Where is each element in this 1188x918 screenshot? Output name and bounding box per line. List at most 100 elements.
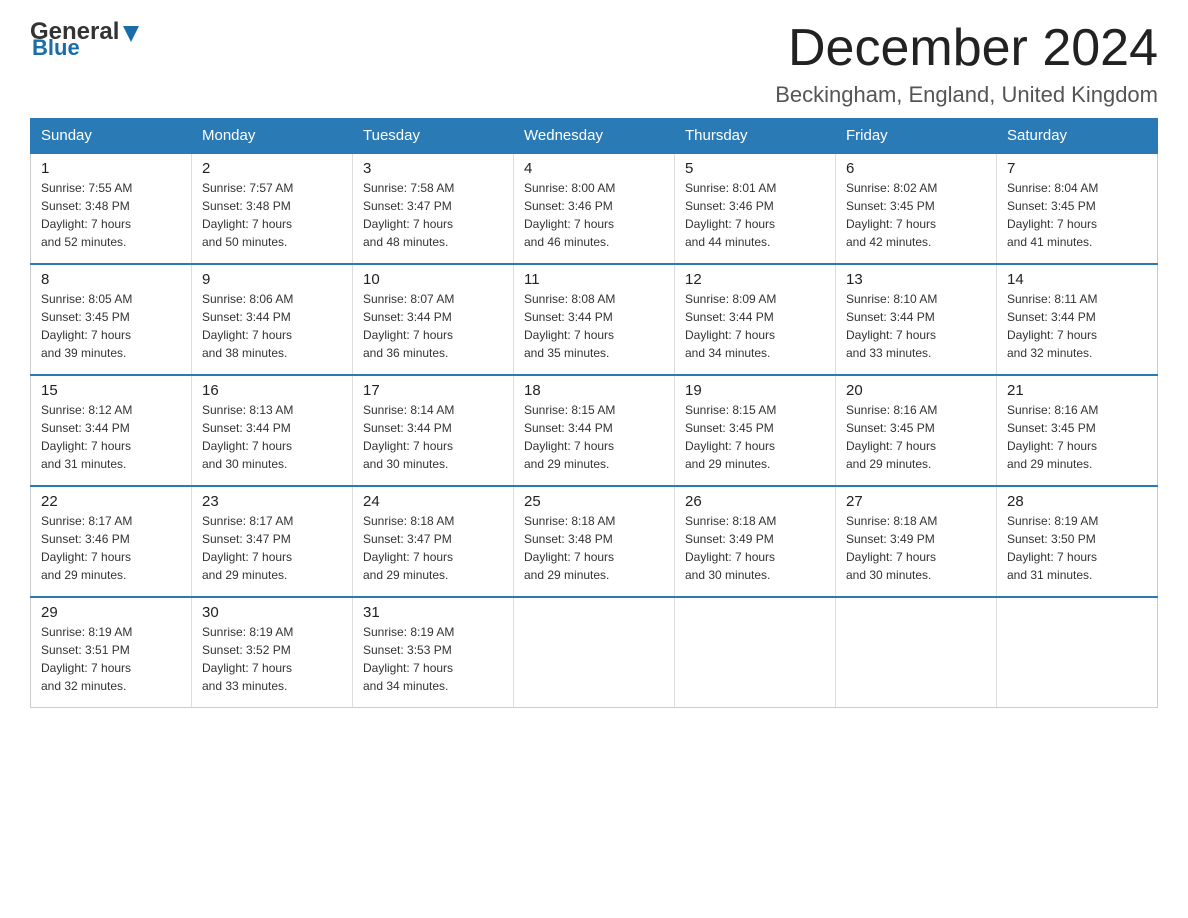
day-info: Sunrise: 8:18 AM Sunset: 3:49 PM Dayligh… <box>846 512 986 584</box>
day-number: 25 <box>524 493 664 510</box>
day-info: Sunrise: 8:12 AM Sunset: 3:44 PM Dayligh… <box>41 401 181 473</box>
day-number: 27 <box>846 493 986 510</box>
calendar-cell: 28 Sunrise: 8:19 AM Sunset: 3:50 PM Dayl… <box>997 486 1158 597</box>
calendar-week-row-2: 8 Sunrise: 8:05 AM Sunset: 3:45 PM Dayli… <box>31 264 1158 375</box>
col-saturday: Saturday <box>997 119 1158 154</box>
day-number: 1 <box>41 160 181 177</box>
calendar-cell: 6 Sunrise: 8:02 AM Sunset: 3:45 PM Dayli… <box>836 153 997 264</box>
day-info: Sunrise: 8:16 AM Sunset: 3:45 PM Dayligh… <box>1007 401 1147 473</box>
calendar-cell: 1 Sunrise: 7:55 AM Sunset: 3:48 PM Dayli… <box>31 153 192 264</box>
calendar-cell: 11 Sunrise: 8:08 AM Sunset: 3:44 PM Dayl… <box>514 264 675 375</box>
logo: General Blue <box>30 20 143 59</box>
location-subtitle: Beckingham, England, United Kingdom <box>775 82 1158 108</box>
day-number: 2 <box>202 160 342 177</box>
day-info: Sunrise: 8:18 AM Sunset: 3:48 PM Dayligh… <box>524 512 664 584</box>
calendar-cell: 14 Sunrise: 8:11 AM Sunset: 3:44 PM Dayl… <box>997 264 1158 375</box>
day-number: 15 <box>41 382 181 399</box>
col-sunday: Sunday <box>31 119 192 154</box>
day-number: 17 <box>363 382 503 399</box>
day-info: Sunrise: 8:02 AM Sunset: 3:45 PM Dayligh… <box>846 179 986 251</box>
calendar-cell: 9 Sunrise: 8:06 AM Sunset: 3:44 PM Dayli… <box>192 264 353 375</box>
day-number: 23 <box>202 493 342 510</box>
calendar-cell: 4 Sunrise: 8:00 AM Sunset: 3:46 PM Dayli… <box>514 153 675 264</box>
day-info: Sunrise: 8:19 AM Sunset: 3:52 PM Dayligh… <box>202 623 342 695</box>
day-number: 30 <box>202 604 342 621</box>
day-number: 7 <box>1007 160 1147 177</box>
day-info: Sunrise: 8:18 AM Sunset: 3:49 PM Dayligh… <box>685 512 825 584</box>
day-number: 9 <box>202 271 342 288</box>
day-number: 20 <box>846 382 986 399</box>
calendar-week-row-5: 29 Sunrise: 8:19 AM Sunset: 3:51 PM Dayl… <box>31 597 1158 708</box>
logo-blue: Blue <box>32 37 80 59</box>
day-info: Sunrise: 8:07 AM Sunset: 3:44 PM Dayligh… <box>363 290 503 362</box>
calendar-cell <box>836 597 997 708</box>
day-number: 21 <box>1007 382 1147 399</box>
calendar-cell <box>675 597 836 708</box>
day-number: 13 <box>846 271 986 288</box>
calendar-cell: 17 Sunrise: 8:14 AM Sunset: 3:44 PM Dayl… <box>353 375 514 486</box>
title-section: December 2024 Beckingham, England, Unite… <box>775 20 1158 108</box>
day-number: 26 <box>685 493 825 510</box>
col-wednesday: Wednesday <box>514 119 675 154</box>
day-number: 24 <box>363 493 503 510</box>
day-number: 8 <box>41 271 181 288</box>
day-info: Sunrise: 8:11 AM Sunset: 3:44 PM Dayligh… <box>1007 290 1147 362</box>
calendar-cell: 19 Sunrise: 8:15 AM Sunset: 3:45 PM Dayl… <box>675 375 836 486</box>
day-number: 14 <box>1007 271 1147 288</box>
day-info: Sunrise: 8:15 AM Sunset: 3:44 PM Dayligh… <box>524 401 664 473</box>
calendar-cell: 5 Sunrise: 8:01 AM Sunset: 3:46 PM Dayli… <box>675 153 836 264</box>
day-info: Sunrise: 8:10 AM Sunset: 3:44 PM Dayligh… <box>846 290 986 362</box>
col-monday: Monday <box>192 119 353 154</box>
calendar-cell: 25 Sunrise: 8:18 AM Sunset: 3:48 PM Dayl… <box>514 486 675 597</box>
calendar-week-row-1: 1 Sunrise: 7:55 AM Sunset: 3:48 PM Dayli… <box>31 153 1158 264</box>
day-number: 22 <box>41 493 181 510</box>
day-info: Sunrise: 8:19 AM Sunset: 3:53 PM Dayligh… <box>363 623 503 695</box>
day-number: 3 <box>363 160 503 177</box>
day-number: 5 <box>685 160 825 177</box>
day-number: 10 <box>363 271 503 288</box>
col-friday: Friday <box>836 119 997 154</box>
day-info: Sunrise: 8:15 AM Sunset: 3:45 PM Dayligh… <box>685 401 825 473</box>
day-number: 16 <box>202 382 342 399</box>
day-info: Sunrise: 8:17 AM Sunset: 3:46 PM Dayligh… <box>41 512 181 584</box>
calendar-cell: 31 Sunrise: 8:19 AM Sunset: 3:53 PM Dayl… <box>353 597 514 708</box>
calendar-cell: 16 Sunrise: 8:13 AM Sunset: 3:44 PM Dayl… <box>192 375 353 486</box>
day-number: 19 <box>685 382 825 399</box>
day-info: Sunrise: 8:09 AM Sunset: 3:44 PM Dayligh… <box>685 290 825 362</box>
day-number: 29 <box>41 604 181 621</box>
day-number: 11 <box>524 271 664 288</box>
day-info: Sunrise: 8:14 AM Sunset: 3:44 PM Dayligh… <box>363 401 503 473</box>
calendar-cell: 21 Sunrise: 8:16 AM Sunset: 3:45 PM Dayl… <box>997 375 1158 486</box>
day-info: Sunrise: 7:58 AM Sunset: 3:47 PM Dayligh… <box>363 179 503 251</box>
calendar-week-row-3: 15 Sunrise: 8:12 AM Sunset: 3:44 PM Dayl… <box>31 375 1158 486</box>
calendar-cell: 27 Sunrise: 8:18 AM Sunset: 3:49 PM Dayl… <box>836 486 997 597</box>
day-info: Sunrise: 8:19 AM Sunset: 3:51 PM Dayligh… <box>41 623 181 695</box>
day-number: 12 <box>685 271 825 288</box>
day-number: 28 <box>1007 493 1147 510</box>
calendar-table: Sunday Monday Tuesday Wednesday Thursday… <box>30 118 1158 708</box>
month-year-title: December 2024 <box>775 20 1158 77</box>
day-info: Sunrise: 8:01 AM Sunset: 3:46 PM Dayligh… <box>685 179 825 251</box>
day-info: Sunrise: 8:04 AM Sunset: 3:45 PM Dayligh… <box>1007 179 1147 251</box>
day-info: Sunrise: 8:05 AM Sunset: 3:45 PM Dayligh… <box>41 290 181 362</box>
calendar-cell <box>997 597 1158 708</box>
day-info: Sunrise: 8:13 AM Sunset: 3:44 PM Dayligh… <box>202 401 342 473</box>
calendar-cell: 2 Sunrise: 7:57 AM Sunset: 3:48 PM Dayli… <box>192 153 353 264</box>
day-info: Sunrise: 8:18 AM Sunset: 3:47 PM Dayligh… <box>363 512 503 584</box>
calendar-cell: 23 Sunrise: 8:17 AM Sunset: 3:47 PM Dayl… <box>192 486 353 597</box>
day-number: 18 <box>524 382 664 399</box>
day-number: 4 <box>524 160 664 177</box>
day-number: 31 <box>363 604 503 621</box>
calendar-header-row: Sunday Monday Tuesday Wednesday Thursday… <box>31 119 1158 154</box>
calendar-cell <box>514 597 675 708</box>
page-header: General Blue December 2024 Beckingham, E… <box>30 20 1158 108</box>
day-info: Sunrise: 8:19 AM Sunset: 3:50 PM Dayligh… <box>1007 512 1147 584</box>
calendar-cell: 20 Sunrise: 8:16 AM Sunset: 3:45 PM Dayl… <box>836 375 997 486</box>
day-number: 6 <box>846 160 986 177</box>
calendar-cell: 29 Sunrise: 8:19 AM Sunset: 3:51 PM Dayl… <box>31 597 192 708</box>
day-info: Sunrise: 7:57 AM Sunset: 3:48 PM Dayligh… <box>202 179 342 251</box>
calendar-cell: 30 Sunrise: 8:19 AM Sunset: 3:52 PM Dayl… <box>192 597 353 708</box>
calendar-week-row-4: 22 Sunrise: 8:17 AM Sunset: 3:46 PM Dayl… <box>31 486 1158 597</box>
calendar-cell: 3 Sunrise: 7:58 AM Sunset: 3:47 PM Dayli… <box>353 153 514 264</box>
calendar-cell: 13 Sunrise: 8:10 AM Sunset: 3:44 PM Dayl… <box>836 264 997 375</box>
